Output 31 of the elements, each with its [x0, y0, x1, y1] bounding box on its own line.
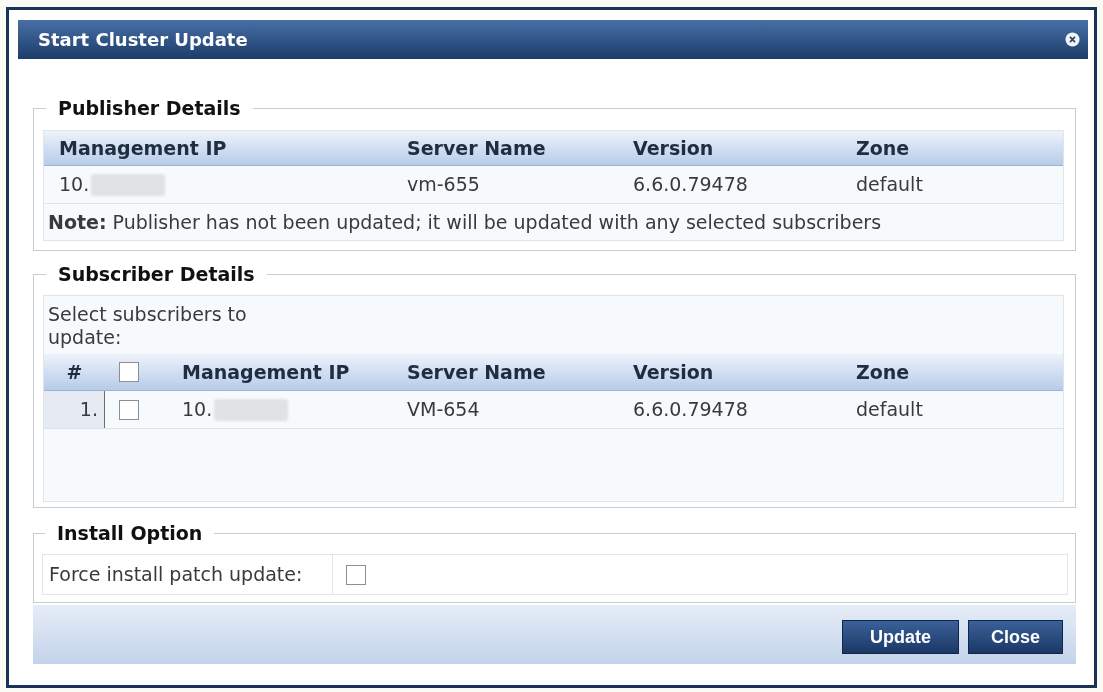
field-label: Force install patch update: — [43, 555, 333, 594]
ip-address-text: 10. — [182, 397, 213, 423]
table-cell-text: default — [856, 172, 923, 198]
section-heading: Subscriber Details — [57, 263, 256, 285]
checkbox[interactable] — [119, 362, 139, 382]
column-header: Version — [633, 359, 714, 385]
table-cell-text: VM-654 — [407, 397, 480, 423]
instruction-text: Select subscribers to update: — [48, 303, 248, 349]
row-number-cell: 1. — [44, 391, 105, 428]
column-header: Management IP — [59, 135, 227, 161]
column-header: Zone — [856, 135, 910, 161]
close-button[interactable]: Close — [968, 620, 1063, 654]
note-text: Note: Publisher has not been updated; it will be updated with any selected subscribers — [48, 209, 882, 235]
section-heading: Install Option — [56, 522, 204, 544]
checkbox[interactable] — [119, 399, 139, 420]
table-cell-text: vm-655 — [407, 172, 480, 198]
column-header: Management IP — [182, 359, 350, 385]
table-cell-text: 6.6.0.79478 — [633, 172, 748, 198]
checkbox[interactable] — [346, 564, 366, 585]
column-header: Server Name — [407, 359, 546, 385]
column-header: Zone — [856, 359, 910, 385]
section-heading: Publisher Details — [57, 97, 242, 119]
dialog-title: Start Cluster Update — [38, 28, 248, 52]
column-header: Version — [633, 135, 714, 161]
ip-address-text: 10. — [59, 172, 90, 198]
update-button[interactable]: Update — [842, 620, 959, 654]
close-icon[interactable] — [1065, 32, 1080, 47]
table-cell-text: default — [856, 397, 923, 423]
table-cell-text: 6.6.0.79478 — [633, 397, 748, 423]
column-header: # — [66, 359, 83, 385]
column-header: Server Name — [407, 135, 546, 161]
